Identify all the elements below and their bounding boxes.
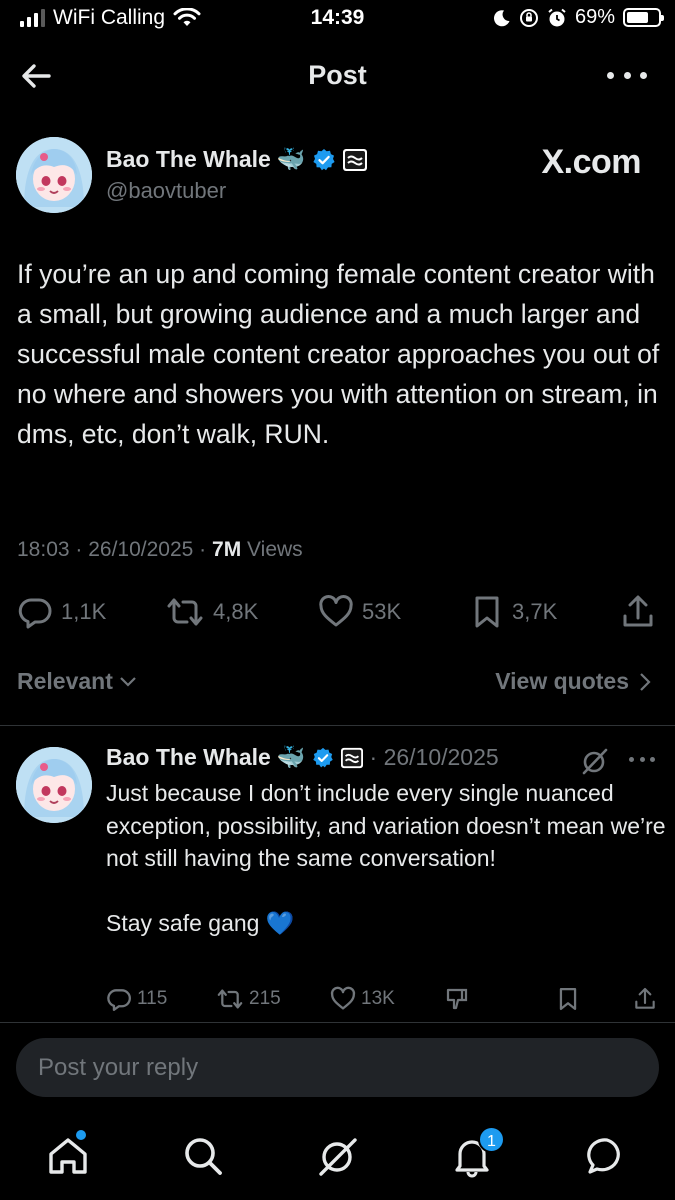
status-bar: WiFi Calling 14:39 69% — [0, 0, 675, 40]
reply-date-value: 26/10/2025 — [383, 744, 499, 770]
battery-icon — [623, 8, 664, 27]
post-date: 26/10/2025 — [88, 538, 194, 561]
reply-filters: Relevant View quotes — [17, 664, 657, 700]
reply-icon — [107, 989, 131, 1011]
home-unread-dot — [76, 1130, 86, 1140]
post-meta: 18:03 · 26/10/2025 · 7M Views — [17, 538, 303, 561]
post-text: If you’re an up and coming female conten… — [17, 259, 660, 449]
orientation-lock-icon — [519, 8, 538, 27]
battery-percent: 69% — [574, 6, 615, 28]
xcom-watermark: X.com — [541, 143, 641, 181]
verified-badge-icon[interactable] — [312, 148, 336, 172]
views-count[interactable]: 7M — [212, 538, 241, 561]
notifications-badge: 1 — [478, 1126, 505, 1153]
divider — [0, 1022, 675, 1023]
moon-icon — [493, 9, 510, 26]
chevron-down-icon — [120, 676, 136, 687]
like-count: 53K — [362, 599, 402, 624]
bottom-nav: 1 — [0, 1120, 675, 1200]
heart-icon — [319, 595, 353, 627]
avatar-image — [16, 137, 92, 213]
sort-label: Relevant — [17, 668, 113, 694]
view-quotes-link[interactable]: View quotes — [495, 668, 651, 695]
reply-count: 1,1K — [61, 599, 107, 624]
reply-like-count: 13K — [361, 988, 395, 1009]
chevron-right-icon — [640, 672, 651, 691]
reply-reply-count: 115 — [137, 988, 168, 1009]
reply-bookmark-button[interactable] — [556, 986, 580, 1012]
whale-emoji: 🐳 — [276, 146, 306, 172]
avatar-image — [16, 747, 92, 823]
reply-icon — [18, 598, 52, 629]
share-icon — [623, 595, 653, 627]
author-name[interactable]: Bao The Whale — [106, 146, 271, 173]
post-header: Post — [0, 50, 675, 102]
whale-emoji: 🐳 — [276, 744, 306, 770]
grok-icon — [319, 1138, 357, 1176]
grok-icon[interactable] — [580, 746, 610, 776]
reply-like-button[interactable]: 13K — [330, 986, 395, 1012]
nav-grok[interactable] — [316, 1134, 360, 1178]
reply-composer[interactable] — [16, 1038, 659, 1097]
affiliate-badge-icon[interactable] — [340, 747, 364, 769]
reply-input[interactable] — [38, 1038, 638, 1097]
like-button[interactable]: 53K — [318, 594, 401, 630]
reply-author-name[interactable]: Bao The Whale — [106, 744, 271, 771]
bookmark-count: 3,7K — [512, 599, 558, 624]
reply-text: Just because I don’t include every singl… — [106, 777, 666, 939]
post-actions: 1,1K 4,8K 53K 3,7K — [0, 590, 675, 634]
reply-author-row[interactable]: Bao The Whale 🐳 · 26/10/2025 — [106, 744, 499, 771]
reply-share-button[interactable] — [633, 986, 657, 1012]
repost-icon — [167, 598, 203, 626]
reply-actions: 115 215 13K — [0, 984, 675, 1014]
reply-dislike-button[interactable] — [444, 986, 470, 1012]
reply-repost-count: 215 — [249, 988, 281, 1009]
bookmark-button[interactable]: 3,7K — [470, 594, 557, 630]
thumbs-down-icon — [446, 988, 468, 1010]
repost-icon — [217, 989, 243, 1009]
share-icon — [635, 987, 655, 1009]
reply-reply-button[interactable]: 115 — [106, 986, 167, 1012]
nav-notifications[interactable]: 1 — [450, 1126, 505, 1178]
author-name-row[interactable]: Bao The Whale 🐳 — [106, 146, 368, 173]
reply-date: · 26/10/2025 — [369, 744, 499, 770]
page-title: Post — [308, 60, 367, 90]
bookmark-icon — [559, 987, 577, 1011]
reply-more-icon[interactable] — [629, 757, 655, 765]
messages-icon — [587, 1138, 620, 1174]
nav-messages[interactable] — [585, 1134, 629, 1178]
affiliate-badge-icon[interactable] — [342, 148, 368, 172]
divider — [0, 725, 675, 726]
author-handle[interactable]: @baovtuber — [106, 178, 226, 204]
more-options-icon[interactable] — [607, 60, 647, 90]
reply-avatar[interactable] — [16, 747, 92, 823]
home-icon — [49, 1138, 87, 1174]
avatar[interactable] — [16, 137, 92, 213]
alarm-icon — [548, 8, 566, 26]
reply-text-paragraph: Stay safe gang 💙 — [106, 909, 295, 936]
repost-count: 4,8K — [213, 599, 259, 624]
heart-icon — [330, 986, 356, 1010]
nav-home[interactable] — [46, 1130, 90, 1178]
reply-button[interactable]: 1,1K — [17, 594, 106, 630]
post-time: 18:03 — [17, 538, 70, 561]
bookmark-icon — [475, 596, 499, 628]
reply-repost-button[interactable]: 215 — [216, 986, 281, 1012]
view-quotes-label: View quotes — [495, 668, 629, 694]
status-right: 69% — [493, 6, 664, 29]
repost-button[interactable]: 4,8K — [165, 594, 258, 630]
share-button[interactable] — [620, 594, 656, 630]
sort-dropdown[interactable]: Relevant — [17, 668, 137, 695]
verified-badge-icon[interactable] — [312, 747, 334, 769]
nav-search[interactable] — [181, 1134, 225, 1178]
views-label: Views — [247, 538, 303, 561]
search-icon — [185, 1138, 222, 1175]
reply-text-paragraph: Just because I don’t include every singl… — [106, 780, 666, 871]
